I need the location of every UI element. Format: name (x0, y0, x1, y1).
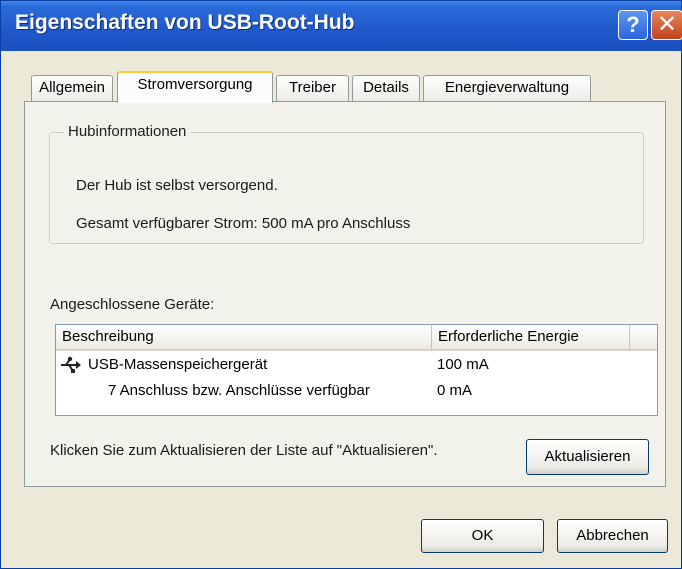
usb-icon (60, 356, 82, 374)
hub-info-legend: Hubinformationen (64, 123, 191, 140)
ok-button[interactable]: OK (421, 519, 544, 553)
device-description: USB-Massenspeichergerät (88, 356, 268, 373)
devices-listview[interactable]: Beschreibung Erforderliche Energie USB-M… (55, 324, 658, 416)
ok-button-label: OK (471, 527, 494, 544)
hub-info-group: Hubinformationen Der Hub ist selbst vers… (49, 123, 644, 244)
tab-energieverwaltung[interactable]: Energieverwaltung (423, 75, 591, 101)
tab-label: Details (363, 79, 409, 96)
tab-label: Energieverwaltung (444, 79, 570, 96)
device-power: 100 mA (437, 356, 489, 373)
tab-allgemein[interactable]: Allgemein (31, 75, 113, 101)
refresh-hint: Klicken Sie zum Aktualisieren der Liste … (50, 442, 438, 459)
tab-treiber[interactable]: Treiber (276, 75, 349, 101)
tab-label: Treiber (289, 79, 336, 96)
device-power: 0 mA (437, 382, 473, 399)
devices-label: Angeschlossene Geräte: (50, 296, 215, 313)
hub-power-text: Gesamt verfügbarer Strom: 500 mA pro Ans… (76, 215, 411, 232)
hub-selfpowered-text: Der Hub ist selbst versorgend. (76, 177, 278, 194)
cancel-button[interactable]: Abbrechen (557, 519, 668, 553)
column-header-power[interactable]: Erforderliche Energie (432, 325, 630, 349)
properties-dialog: Eigenschaften von USB-Root-Hub ? ✕ Allge… (0, 0, 682, 569)
device-row[interactable]: 7 Anschluss bzw. Anschlüsse verfügbar 0 … (56, 379, 657, 403)
column-header-description[interactable]: Beschreibung (56, 325, 432, 349)
tab-details[interactable]: Details (352, 75, 420, 101)
window-title: Eigenschaften von USB-Root-Hub (15, 11, 355, 34)
refresh-button[interactable]: Aktualisieren (526, 439, 649, 475)
tab-panel-stromversorgung: Hubinformationen Der Hub ist selbst vers… (24, 101, 666, 487)
help-button[interactable]: ? (618, 10, 648, 40)
cancel-button-label: Abbrechen (576, 527, 649, 544)
title-bar[interactable]: Eigenschaften von USB-Root-Hub ? ✕ (1, 1, 682, 51)
tab-label: Stromversorgung (137, 76, 253, 93)
close-button[interactable]: ✕ (651, 10, 682, 40)
tab-label: Allgemein (39, 79, 105, 96)
device-description: 7 Anschluss bzw. Anschlüsse verfügbar (108, 382, 370, 399)
listview-header: Beschreibung Erforderliche Energie (56, 325, 657, 351)
help-icon: ? (626, 12, 640, 37)
column-header-filler (630, 325, 657, 349)
close-icon: ✕ (656, 11, 678, 38)
device-row[interactable]: USB-Massenspeichergerät 100 mA (56, 353, 657, 377)
tab-stromversorgung[interactable]: Stromversorgung (117, 71, 273, 103)
refresh-button-label: Aktualisieren (544, 448, 631, 465)
